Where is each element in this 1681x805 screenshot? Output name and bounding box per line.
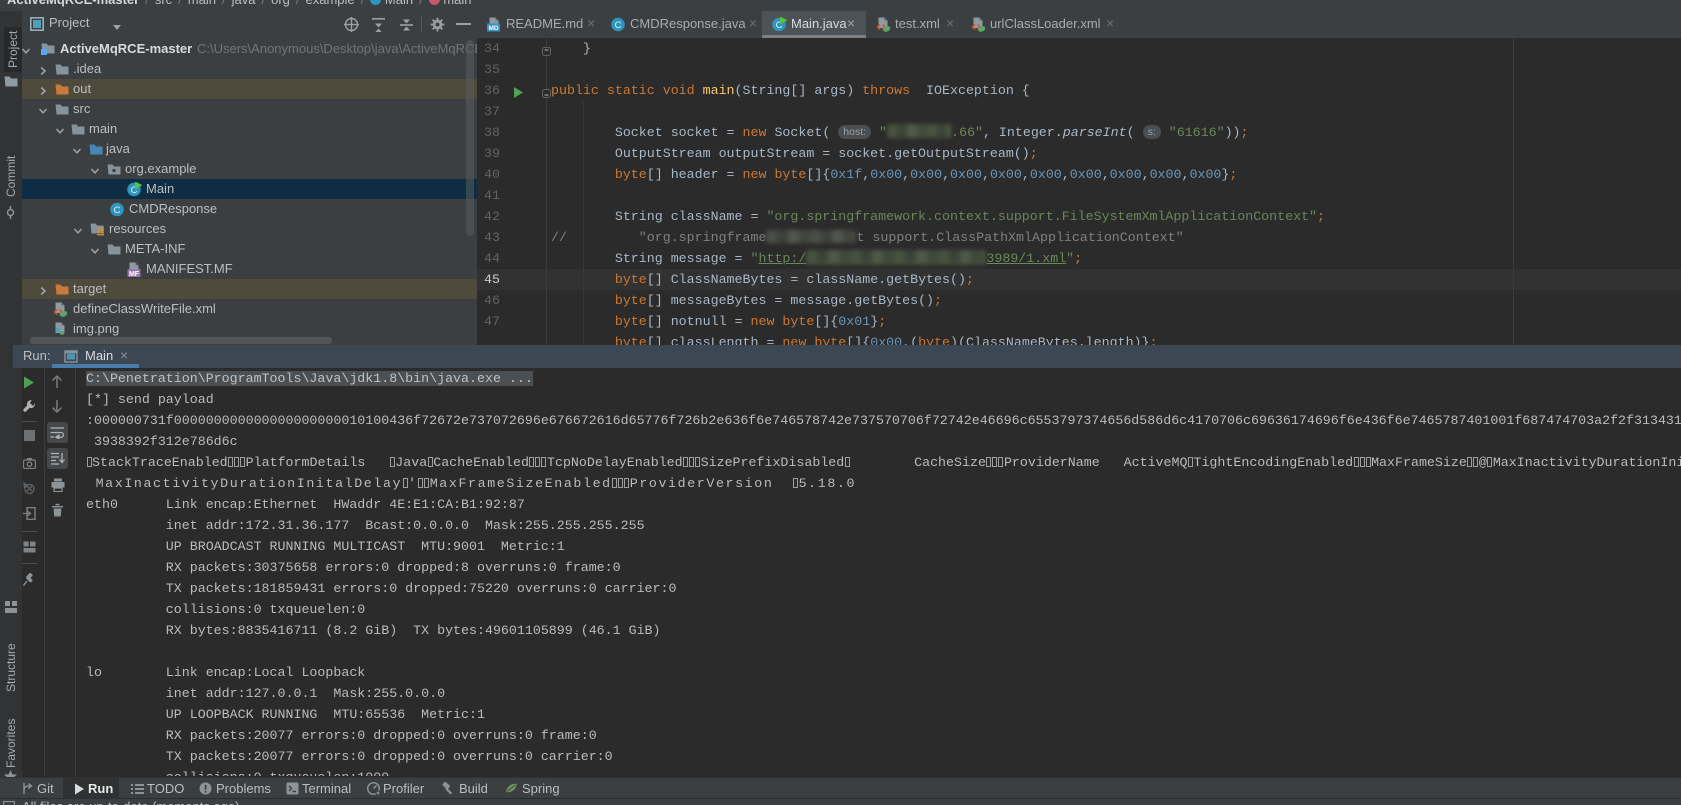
svg-text:MF: MF [129,271,140,277]
svg-text:C: C [615,20,622,31]
svg-text:C: C [114,205,121,216]
svg-text:MD: MD [488,25,498,32]
